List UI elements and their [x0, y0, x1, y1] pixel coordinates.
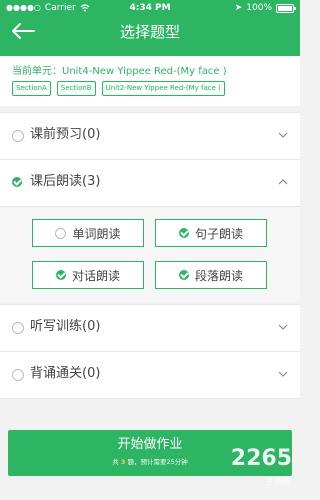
note-prefix: 共: [112, 458, 119, 466]
category-row-reading[interactable]: 课后朗读(3): [0, 159, 300, 206]
option-word-reading[interactable]: 单词朗读: [32, 219, 144, 247]
check-icon: [178, 270, 189, 280]
current-unit-prefix: 当前单元：: [12, 66, 62, 77]
check-icon: [178, 228, 189, 238]
check-icon: [55, 270, 66, 280]
category-row-preview[interactable]: 课前预习(0): [0, 112, 300, 159]
watermark-subtitle: 手游网: [266, 477, 290, 486]
option-dialogue-reading[interactable]: 对话朗读: [32, 261, 144, 289]
chevron-down-icon[interactable]: [278, 322, 288, 332]
option-label: 对话朗读: [71, 268, 120, 283]
current-unit: 当前单元：Unit4-New Yippee Red-(My face ): [12, 62, 227, 77]
chevron-up-icon[interactable]: [278, 177, 288, 187]
option-paragraph-reading[interactable]: 段落朗读: [155, 261, 267, 289]
section-tag[interactable]: SectionA: [12, 81, 51, 96]
page-title: 选择题型: [119, 23, 180, 41]
chevron-down-icon[interactable]: [278, 130, 288, 140]
category-label: 课前预习(0): [30, 127, 101, 142]
battery-percent: 100%: [246, 3, 272, 13]
radio-icon[interactable]: [12, 130, 24, 142]
status-right: ➤ 100%: [234, 0, 296, 16]
category-label: 课后朗读(3): [30, 174, 101, 189]
watermark-logo: 2265: [230, 446, 292, 471]
category-label: 听写训练(0): [30, 319, 101, 334]
note-suffix: 题，预计需要25分钟: [127, 458, 188, 466]
radio-icon: [55, 227, 67, 239]
option-label: 单词朗读: [72, 226, 121, 241]
radio-icon[interactable]: [12, 369, 24, 381]
unit-panel: 当前单元：Unit4-New Yippee Red-(My face ) Sec…: [0, 56, 300, 106]
section-tag[interactable]: SectionB: [56, 81, 96, 96]
category-row-dictation[interactable]: 听写训练(0): [0, 304, 300, 351]
option-sentence-reading[interactable]: 句子朗读: [155, 219, 267, 247]
option-label: 句子朗读: [194, 226, 243, 241]
chevron-down-icon[interactable]: [278, 369, 288, 379]
section-tags: SectionA SectionB Unit2-New Yippee Red-(…: [12, 81, 225, 96]
current-unit-name: Unit4-New Yippee Red-(My face ): [62, 66, 227, 77]
check-icon[interactable]: [12, 177, 22, 187]
section-tag[interactable]: Unit2-New Yippee Red-(My face ): [101, 81, 225, 96]
top-bar: ●●●●○ Carrier 4:34 PM ➤ 100% 选择题型: [0, 0, 300, 56]
radio-icon[interactable]: [12, 322, 24, 334]
category-row-recitation[interactable]: 背诵通关(0): [0, 351, 300, 399]
status-bar: ●●●●○ Carrier 4:34 PM ➤ 100%: [0, 0, 300, 16]
battery-icon: [276, 3, 296, 13]
location-icon: ➤: [234, 3, 243, 13]
category-label: 背诵通关(0): [30, 366, 101, 381]
option-label: 段落朗读: [194, 268, 243, 283]
reading-options-panel: 单词朗读 句子朗读 对话朗读 段落朗读: [0, 206, 300, 303]
question-count: 3: [120, 458, 126, 466]
